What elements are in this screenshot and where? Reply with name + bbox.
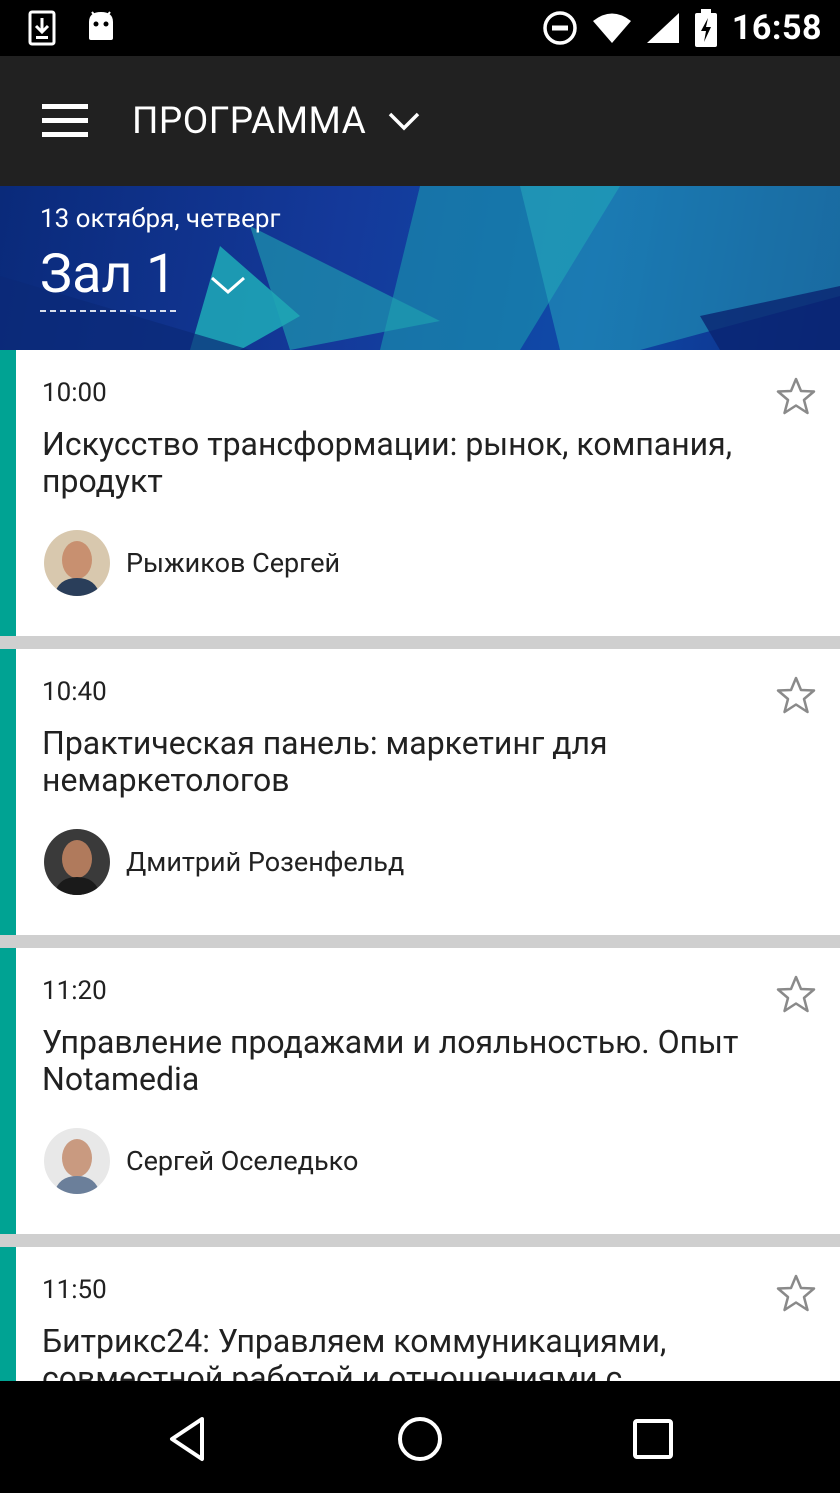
star-icon[interactable] bbox=[776, 376, 816, 416]
download-icon bbox=[28, 10, 56, 46]
cell-signal-icon bbox=[646, 13, 679, 43]
session-time: 10:40 bbox=[42, 677, 107, 707]
speaker-name: Дмитрий Розенфельд bbox=[126, 846, 405, 878]
session-card[interactable]: 11:20 Управление продажами и лояльностью… bbox=[0, 948, 840, 1234]
session-date: 13 октября, четверг bbox=[40, 204, 281, 234]
speaker-avatar bbox=[44, 530, 110, 596]
speaker[interactable]: Рыжиков Сергей bbox=[44, 530, 340, 596]
app-title[interactable]: ПРОГРАММА bbox=[132, 100, 366, 143]
wifi-icon bbox=[592, 13, 631, 43]
android-icon bbox=[89, 11, 113, 40]
status-bar: 16:58 bbox=[0, 0, 840, 56]
speaker-name: Рыжиков Сергей bbox=[126, 547, 341, 579]
hall-selector[interactable]: Зал 1 bbox=[40, 244, 177, 312]
status-time: 16:58 bbox=[731, 8, 822, 48]
speaker-avatar bbox=[44, 1128, 110, 1194]
session-list: 10:00 Искусство трансформации: рынок, ко… bbox=[0, 350, 840, 1381]
app-bar: ПРОГРАММА bbox=[0, 56, 840, 186]
speaker-avatar bbox=[44, 829, 110, 895]
home-icon[interactable] bbox=[392, 1411, 448, 1467]
session-time: 10:00 bbox=[42, 378, 107, 408]
hamburger-menu-icon[interactable] bbox=[36, 96, 96, 146]
speaker-name: Сергей Оселедько bbox=[126, 1145, 359, 1177]
back-icon[interactable] bbox=[160, 1411, 216, 1467]
session-card[interactable]: 10:00 Искусство трансформации: рынок, ко… bbox=[0, 350, 840, 636]
session-title: Практическая панель: маркетинг для немар… bbox=[42, 724, 608, 799]
recents-icon[interactable] bbox=[625, 1411, 681, 1467]
hall-header: 13 октября, четверг Зал 1 bbox=[0, 186, 840, 350]
session-card[interactable]: 10:40 Практическая панель: маркетинг для… bbox=[0, 649, 840, 935]
speaker[interactable]: Сергей Оселедько bbox=[44, 1128, 358, 1194]
star-icon[interactable] bbox=[776, 675, 816, 715]
battery-charging-icon bbox=[694, 9, 717, 47]
chevron-down-icon[interactable] bbox=[208, 270, 248, 300]
session-time: 11:20 bbox=[42, 976, 107, 1006]
session-title: Битрикс24: Управляем коммуникациями, сов… bbox=[42, 1322, 667, 1382]
chevron-down-icon[interactable] bbox=[386, 106, 422, 136]
session-title: Управление продажами и лояльностью. Опыт… bbox=[42, 1023, 739, 1098]
do-not-disturb-icon bbox=[543, 11, 577, 45]
star-icon[interactable] bbox=[776, 1273, 816, 1313]
speaker[interactable]: Дмитрий Розенфельд bbox=[44, 829, 404, 895]
system-navigation-bar bbox=[0, 1381, 840, 1493]
session-time: 11:50 bbox=[42, 1275, 107, 1305]
star-icon[interactable] bbox=[776, 974, 816, 1014]
session-card[interactable]: 11:50 Битрикс24: Управляем коммуникациям… bbox=[0, 1247, 840, 1381]
session-title: Искусство трансформации: рынок, компания… bbox=[42, 425, 732, 500]
